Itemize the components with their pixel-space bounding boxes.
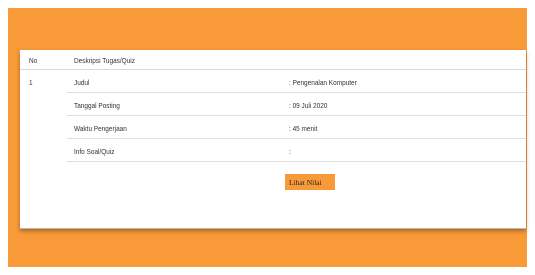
row-number: 1 (29, 78, 33, 87)
posting-date-label: Tanggal Posting (74, 101, 120, 110)
quiz-info-value: : (289, 147, 291, 156)
table-row-posting-date: Tanggal Posting : 09 Juli 2020 (67, 93, 526, 116)
table-header: No Deskripsi Tugas/Quiz (20, 50, 526, 70)
title-label: Judul (74, 78, 90, 87)
title-value: : Pengenalan Komputer (289, 78, 357, 87)
posting-date-value: : 09 Juli 2020 (289, 101, 328, 110)
column-header-description: Deskripsi Tugas/Quiz (74, 56, 135, 65)
task-detail-panel: No Deskripsi Tugas/Quiz 1 Judul : Pengen… (20, 50, 526, 229)
quiz-info-label: Info Soal/Quiz (74, 147, 115, 156)
duration-label: Waktu Pengerjaan (74, 124, 127, 133)
table-row-title: Judul : Pengenalan Komputer (67, 70, 526, 93)
duration-value: : 45 menit (289, 124, 318, 133)
view-score-button[interactable]: Lihat Nilai (285, 174, 335, 190)
table-row-duration: Waktu Pengerjaan : 45 menit (67, 116, 526, 139)
column-header-no: No (29, 56, 38, 65)
table-row-quiz-info: Info Soal/Quiz : (67, 139, 526, 162)
